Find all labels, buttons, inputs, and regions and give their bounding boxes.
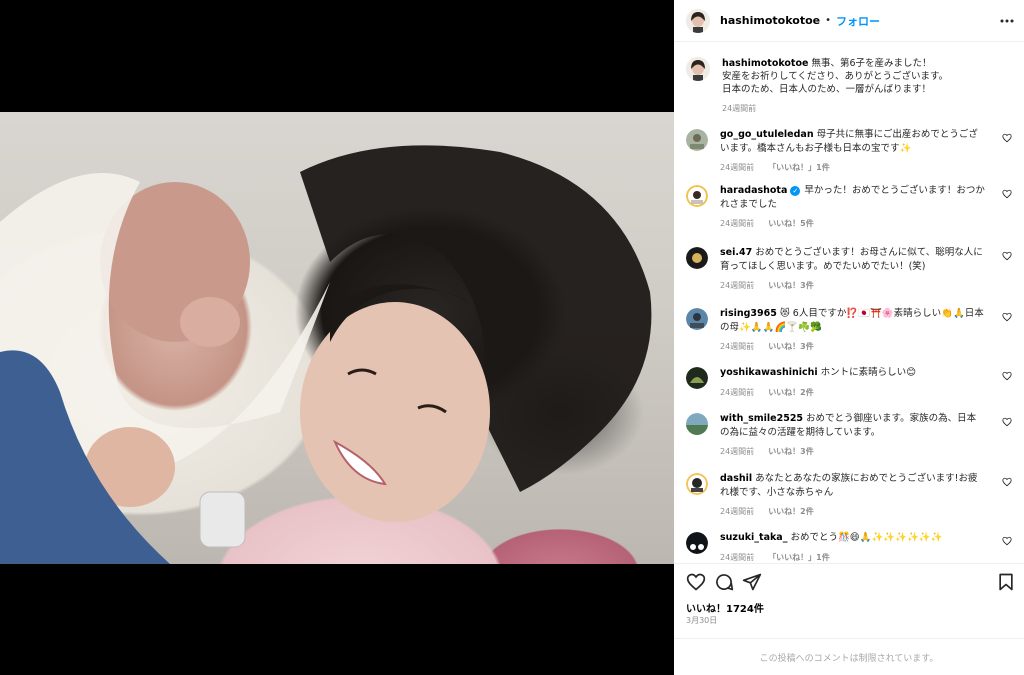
commenter-avatar[interactable] xyxy=(686,473,708,495)
post-photo[interactable] xyxy=(0,112,674,564)
comment-time[interactable]: 24週間前 xyxy=(720,553,754,562)
comment-username[interactable]: haradashota xyxy=(720,185,787,196)
comment-time[interactable]: 24週間前 xyxy=(720,281,754,290)
more-options-icon[interactable] xyxy=(998,12,1016,30)
like-comment-heart-icon[interactable] xyxy=(1002,251,1012,261)
header-username[interactable]: hashimotokotoe xyxy=(720,14,820,27)
comment-username[interactable]: dashil xyxy=(720,473,752,484)
like-comment-heart-icon[interactable] xyxy=(1002,312,1012,322)
comment-time[interactable]: 24週間前 xyxy=(720,388,754,397)
post-actions-bar xyxy=(674,563,1024,601)
comment-likes[interactable]: 「いいね！」1件 xyxy=(768,163,830,172)
comment-text: おめでとうございます！お母さんに似て、聡明な人に育ってほしく思います。めでたいめ… xyxy=(720,247,983,272)
caption-avatar[interactable] xyxy=(686,57,710,81)
comment-username[interactable]: suzuki_taka_ xyxy=(720,532,787,543)
comment-bubble-icon[interactable] xyxy=(714,572,734,592)
comment-item: dashil あなたとあなたの家族におめでとうございます!お疲れ様です、小さな赤ち… xyxy=(686,472,1016,519)
comment-item: haradashota ✓ 早かった！おめでとうございます！おつかれさまでした 24… xyxy=(686,184,1016,231)
comment-text: ホントに素晴らしい😊 xyxy=(820,367,917,378)
caption-username[interactable]: hashimotokotoe xyxy=(722,58,808,69)
comment-likes[interactable]: いいね！5件 xyxy=(768,219,814,228)
comment-time[interactable]: 24週間前 xyxy=(720,219,754,228)
comment-likes[interactable]: いいね！3件 xyxy=(768,447,814,456)
post-media xyxy=(0,0,674,675)
like-comment-heart-icon[interactable] xyxy=(1002,417,1012,427)
comment-text: あなたとあなたの家族におめでとうございます!お疲れ様です、小さな赤ちゃん xyxy=(720,473,978,498)
commenter-avatar[interactable] xyxy=(686,308,708,330)
comment-item: rising3965 😻 6人目ですか⁉️🇯🇵⛩️🌸素晴らしい👏🙏日本の母✨🙏🙏🌈… xyxy=(686,307,1016,354)
like-heart-icon[interactable] xyxy=(686,572,706,592)
comment-time[interactable]: 24週間前 xyxy=(720,507,754,516)
comments-restricted-notice: この投稿へのコメントは制限されています。 xyxy=(674,638,1024,675)
verified-badge-icon: ✓ xyxy=(790,185,801,196)
follow-button[interactable]: フォロー xyxy=(836,13,880,29)
comment-time[interactable]: 24週間前 xyxy=(720,447,754,456)
commenter-avatar[interactable] xyxy=(686,129,708,151)
post-side-panel: hashimotokotoe • フォロー hashimotokotoe 無事、第… xyxy=(674,0,1024,675)
share-paper-plane-icon[interactable] xyxy=(742,572,762,592)
commenter-avatar[interactable] xyxy=(686,247,708,269)
comment-item: suzuki_taka_ おめでとう🎊😄🙏✨✨✨✨✨✨ 24週間前 「いいね！」1件 xyxy=(686,531,1016,562)
author-avatar[interactable] xyxy=(686,8,710,33)
like-comment-heart-icon[interactable] xyxy=(1002,477,1012,487)
comment-likes[interactable]: いいね！3件 xyxy=(768,342,814,351)
comment-time[interactable]: 24週間前 xyxy=(720,163,754,172)
save-bookmark-icon[interactable] xyxy=(996,572,1016,592)
post-date[interactable]: 3月30日 xyxy=(686,615,717,626)
comment-username[interactable]: yoshikawashinichi xyxy=(720,367,818,378)
like-comment-heart-icon[interactable] xyxy=(1002,371,1012,381)
comments-list[interactable]: hashimotokotoe 無事、第6子を産みました！ 安産をお祈りしてくださり… xyxy=(674,42,1024,562)
post-caption: hashimotokotoe 無事、第6子を産みました！ 安産をお祈りしてくださり… xyxy=(686,57,1006,115)
commenter-avatar[interactable] xyxy=(686,413,708,435)
comment-time[interactable]: 24週間前 xyxy=(720,342,754,351)
like-comment-heart-icon[interactable] xyxy=(1002,133,1012,143)
commenter-avatar[interactable] xyxy=(686,185,708,207)
photo-overlay xyxy=(0,145,652,564)
like-comment-heart-icon[interactable] xyxy=(1002,536,1012,546)
comment-username[interactable]: with_smile2525 xyxy=(720,413,803,424)
comment-likes[interactable]: いいね！2件 xyxy=(768,507,814,516)
commenter-avatar[interactable] xyxy=(686,532,708,554)
comment-username[interactable]: sei.47 xyxy=(720,247,752,258)
comment-likes[interactable]: 「いいね！」1件 xyxy=(768,553,830,562)
commenter-avatar[interactable] xyxy=(686,367,708,389)
comment-username[interactable]: rising3965 xyxy=(720,308,777,319)
comment-username[interactable]: go_go_utuleledan xyxy=(720,129,814,140)
comment-likes[interactable]: いいね！3件 xyxy=(768,281,814,290)
comment-item: go_go_utuleledan 母子共に無事にご出産おめでとうございます。橋本さ… xyxy=(686,128,1016,175)
caption-time[interactable]: 24週間前 xyxy=(722,104,756,113)
comment-item: with_smile2525 おめでとう御座います。家族の為、日本の為に益々の活躍… xyxy=(686,412,1016,459)
header-separator: • xyxy=(825,15,831,26)
comment-item: yoshikawashinichi ホントに素晴らしい😊 24週間前 いいね！2件 xyxy=(686,366,1016,399)
post-header: hashimotokotoe • フォロー xyxy=(674,0,1024,42)
comment-item: sei.47 おめでとうございます！お母さんに似て、聡明な人に育ってほしく思います… xyxy=(686,246,1016,293)
likes-count[interactable]: いいね！1724件 xyxy=(686,600,764,615)
like-comment-heart-icon[interactable] xyxy=(1002,189,1012,199)
comment-text: おめでとう🎊😄🙏✨✨✨✨✨✨ xyxy=(790,532,943,543)
comment-likes[interactable]: いいね！2件 xyxy=(768,388,814,397)
